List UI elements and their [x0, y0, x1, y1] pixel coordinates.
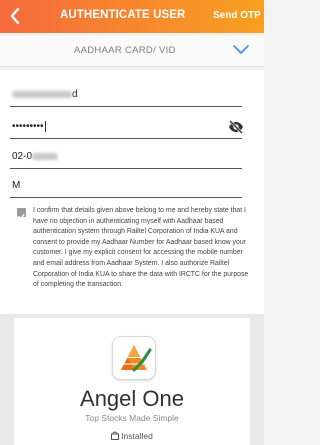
app-header: AUTHENTICATE USER Send OTP	[0, 0, 264, 33]
consent-checkbox[interactable]	[17, 208, 26, 220]
install-status: Installed	[14, 431, 250, 442]
back-arrow-icon	[10, 7, 20, 25]
angel-one-logo-icon	[112, 336, 156, 380]
consent-text: I confirm that details given above belon…	[33, 207, 249, 289]
password-masked-text: •••••••••	[12, 121, 44, 133]
dob-field-value: 02-0	[12, 151, 59, 162]
ad-area: Angel One Top Stocks Made Simple Install…	[0, 314, 264, 445]
app-promo-card[interactable]: Angel One Top Stocks Made Simple Install…	[14, 318, 250, 445]
installed-icon	[111, 431, 120, 442]
redacted-text	[12, 90, 72, 98]
text-cursor	[44, 121, 46, 132]
name-field-value: d	[12, 89, 78, 100]
back-button[interactable]	[4, 3, 26, 29]
page-title: AUTHENTICATE USER	[60, 9, 186, 21]
document-type-value: AADHAAR CARD/ VID	[74, 45, 176, 56]
gender-field[interactable]: M	[10, 177, 242, 198]
dob-visible-text: 02-0	[12, 151, 33, 162]
password-field-value: •••••••••	[12, 121, 46, 132]
chevron-down-icon[interactable]	[232, 42, 250, 58]
document-type-dropdown[interactable]: AADHAAR CARD/ VID	[0, 36, 264, 67]
gender-field-value: M	[12, 180, 21, 191]
send-otp-button[interactable]: Send OTP	[213, 10, 261, 21]
eye-slash-icon[interactable]	[228, 120, 244, 134]
password-field[interactable]: •••••••••	[10, 118, 244, 139]
checkmark-icon	[18, 213, 25, 220]
date-of-birth-field[interactable]: 02-0	[10, 148, 242, 169]
install-status-label: Installed	[121, 431, 153, 441]
authentication-form: d ••••••••• 02-0 M I confirm that detail…	[0, 70, 264, 314]
redacted-text	[32, 152, 59, 160]
app-tagline: Top Stocks Made Simple	[85, 413, 179, 423]
name-field-visible-text: d	[72, 89, 78, 100]
name-field[interactable]: d	[10, 86, 242, 107]
app-name: Angel One	[80, 386, 184, 411]
